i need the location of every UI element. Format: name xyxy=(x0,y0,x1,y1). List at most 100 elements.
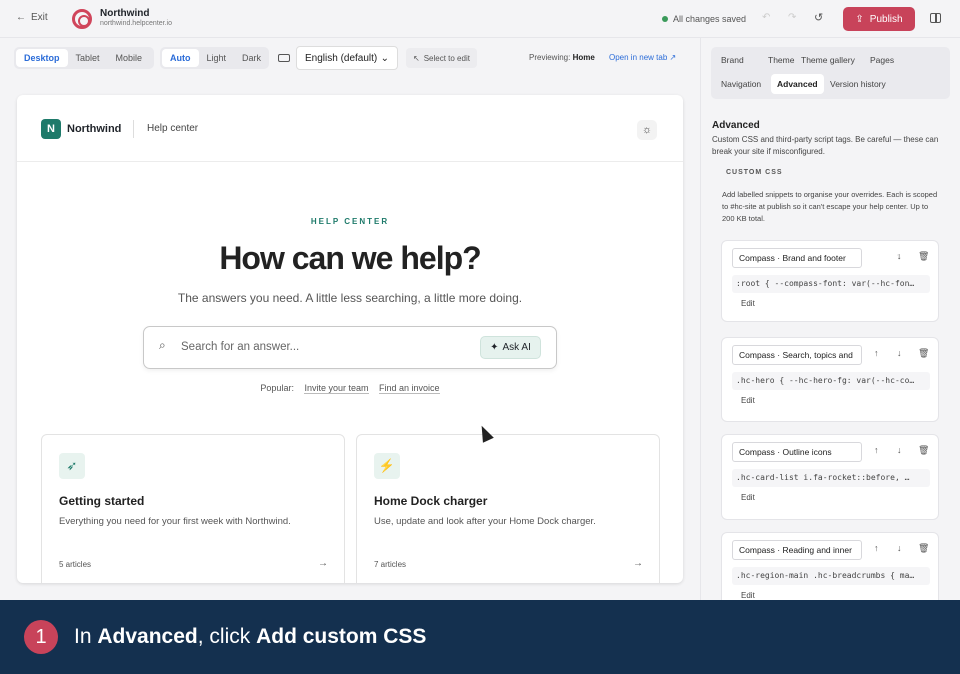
upload-icon: ⇪ xyxy=(855,13,864,25)
arrow-down-icon[interactable]: ↓ xyxy=(897,543,902,553)
panel-layout-icon[interactable] xyxy=(930,13,941,23)
divider xyxy=(133,120,134,138)
arrow-down-icon[interactable]: ↓ xyxy=(897,445,902,455)
sun-icon[interactable]: ☼ xyxy=(637,120,657,140)
advanced-desc: Custom CSS and third-party script tags. … xyxy=(712,135,939,156)
settings-panel: Brand Theme Theme gallery Pages Navigati… xyxy=(700,38,960,612)
popular-link[interactable]: Invite your team xyxy=(304,383,369,394)
arrow-up-icon[interactable]: ↑ xyxy=(874,543,879,553)
snippet-name-field[interactable]: Compass · Brand and footer xyxy=(732,248,862,268)
search-input[interactable]: Search for an answer... xyxy=(181,341,299,353)
card-count: 5 articles xyxy=(59,560,92,569)
snippet-edit-link[interactable]: Edit xyxy=(741,493,755,502)
card-desc: Use, update and look after your Home Doc… xyxy=(374,516,596,527)
arrow-up-icon[interactable]: ↑ xyxy=(874,348,879,358)
popular-links: Popular: Invite your team Find an invoic… xyxy=(260,383,440,394)
trash-icon[interactable]: 🗑 xyxy=(918,348,929,359)
theme-light[interactable]: Light xyxy=(199,49,235,67)
device-mobile[interactable]: Mobile xyxy=(108,49,151,67)
arrow-right-icon: → xyxy=(318,558,328,569)
hc-section-label: Help center xyxy=(147,123,199,134)
tab-version-history[interactable]: Version history xyxy=(824,74,892,94)
arrow-down-icon[interactable]: ↓ xyxy=(897,348,902,358)
site-info: Northwind northwind.helpcenter.io xyxy=(100,8,172,27)
theme-switcher: Auto Light Dark xyxy=(160,47,269,69)
exit-button[interactable]: ← Exit xyxy=(16,12,48,23)
site-url: northwind.helpcenter.io xyxy=(100,20,172,27)
card-desc: Everything you need for your first week … xyxy=(59,516,291,527)
rocket-icon: ➶ xyxy=(59,453,85,479)
site-logo-icon xyxy=(72,9,92,29)
snippet-name-field[interactable]: Compass · Outline icons xyxy=(732,442,862,462)
snippet-name-field[interactable]: Compass · Search, topics and xyxy=(732,345,862,365)
status-dot-icon xyxy=(662,16,668,22)
popular-link[interactable]: Find an invoice xyxy=(379,383,440,394)
arrow-right-icon: → xyxy=(633,558,643,569)
trash-icon[interactable]: 🗑 xyxy=(918,543,929,554)
snippet-edit-link[interactable]: Edit xyxy=(741,591,755,600)
snippet-code-preview[interactable]: .hc-region-main .hc-breadcrumbs { ma… xyxy=(732,567,930,585)
tab-theme-gallery[interactable]: Theme gallery xyxy=(795,50,861,70)
arrow-down-icon[interactable]: ↓ xyxy=(897,251,902,261)
snippet-edit-link[interactable]: Edit xyxy=(741,299,755,308)
topic-card[interactable]: ➶ Getting started Everything you need fo… xyxy=(41,434,345,583)
chevron-down-icon: ⌄ xyxy=(380,52,389,64)
device-desktop[interactable]: Desktop xyxy=(16,49,68,67)
hero-subtitle: The answers you need. A little less sear… xyxy=(177,291,523,305)
top-bar: ← Exit Northwind northwind.helpcenter.io … xyxy=(0,0,960,38)
snippet-edit-link[interactable]: Edit xyxy=(741,396,755,405)
language-select[interactable]: English (default) ⌄ xyxy=(296,46,398,70)
advanced-title: Advanced xyxy=(712,120,760,131)
site-name: Northwind xyxy=(100,8,150,19)
card-title: Home Dock charger xyxy=(374,494,488,508)
settings-tabs: Brand Theme Theme gallery Pages Navigati… xyxy=(711,47,950,99)
tab-advanced[interactable]: Advanced xyxy=(771,74,824,94)
keyboard-icon xyxy=(278,54,290,62)
css-snippet: Compass · Outline icons ↑ ↓ 🗑 .hc-card-l… xyxy=(721,434,939,520)
instruction-text: In Advanced, click Add custom CSS xyxy=(74,625,427,648)
trash-icon[interactable]: 🗑 xyxy=(918,445,929,456)
step-number-badge: 1 xyxy=(24,620,58,654)
charger-icon: ⚡ xyxy=(374,453,400,479)
tab-brand[interactable]: Brand xyxy=(715,50,750,70)
open-new-tab-link[interactable]: Open in new tab ↗ xyxy=(609,53,676,62)
trash-icon[interactable]: 🗑 xyxy=(918,251,929,262)
hero-title: How can we help? xyxy=(219,240,481,276)
undo-icon[interactable]: ↶ xyxy=(762,12,770,23)
snippet-code-preview[interactable]: :root { --compass-font: var(--hc-fon… xyxy=(732,275,930,293)
card-count: 7 articles xyxy=(374,560,407,569)
hero-eyebrow: HELP CENTER xyxy=(310,217,390,226)
previewing-label: Previewing: Home xyxy=(529,53,595,62)
publish-button[interactable]: ⇪ Publish xyxy=(843,7,915,31)
search-box[interactable]: ⌕ Search for an answer... ✦ Ask AI xyxy=(143,326,557,369)
topic-card[interactable]: ⚡ Home Dock charger Use, update and look… xyxy=(356,434,660,583)
arrow-up-icon[interactable]: ↑ xyxy=(874,445,879,455)
history-icon[interactable]: ↺ xyxy=(814,11,823,24)
device-switcher: Desktop Tablet Mobile xyxy=(14,47,154,69)
language-selector[interactable]: English (default) ⌄ xyxy=(278,46,398,70)
search-icon: ⌕ xyxy=(159,338,166,352)
css-snippet: Compass · Brand and footer ↑ ↓ 🗑 :root {… xyxy=(721,240,939,322)
device-tablet[interactable]: Tablet xyxy=(68,49,108,67)
hc-logo-icon[interactable]: N xyxy=(41,119,61,139)
theme-dark[interactable]: Dark xyxy=(234,49,269,67)
snippet-code-preview[interactable]: .hc-hero { --hc-hero-fg: var(--hc-co… xyxy=(732,372,930,390)
pointer-icon: ↖ xyxy=(413,53,420,63)
save-status: All changes saved xyxy=(662,14,746,24)
preview-canvas: N Northwind Help center ☼ HELP CENTER Ho… xyxy=(17,95,683,583)
instruction-caption: 1 In Advanced, click Add custom CSS xyxy=(0,600,960,674)
snippet-code-preview[interactable]: .hc-card-list i.fa-rocket::before, … xyxy=(732,469,930,487)
tab-navigation[interactable]: Navigation xyxy=(715,74,767,94)
hc-header: N Northwind Help center ☼ xyxy=(17,95,683,162)
ask-ai-button[interactable]: ✦ Ask AI xyxy=(480,336,541,359)
hc-site-name[interactable]: Northwind xyxy=(67,123,121,135)
custom-css-heading: CUSTOM CSS xyxy=(726,169,783,176)
redo-icon[interactable]: ↷ xyxy=(788,12,796,23)
external-link-icon: ↗ xyxy=(669,53,677,62)
tab-pages[interactable]: Pages xyxy=(864,50,900,70)
sparkle-icon: ✦ xyxy=(490,342,499,353)
theme-auto[interactable]: Auto xyxy=(162,49,199,67)
arrow-left-icon: ← xyxy=(16,12,26,23)
snippet-name-field[interactable]: Compass · Reading and inner xyxy=(732,540,862,560)
select-to-edit-button[interactable]: ↖ Select to edit xyxy=(406,48,477,68)
